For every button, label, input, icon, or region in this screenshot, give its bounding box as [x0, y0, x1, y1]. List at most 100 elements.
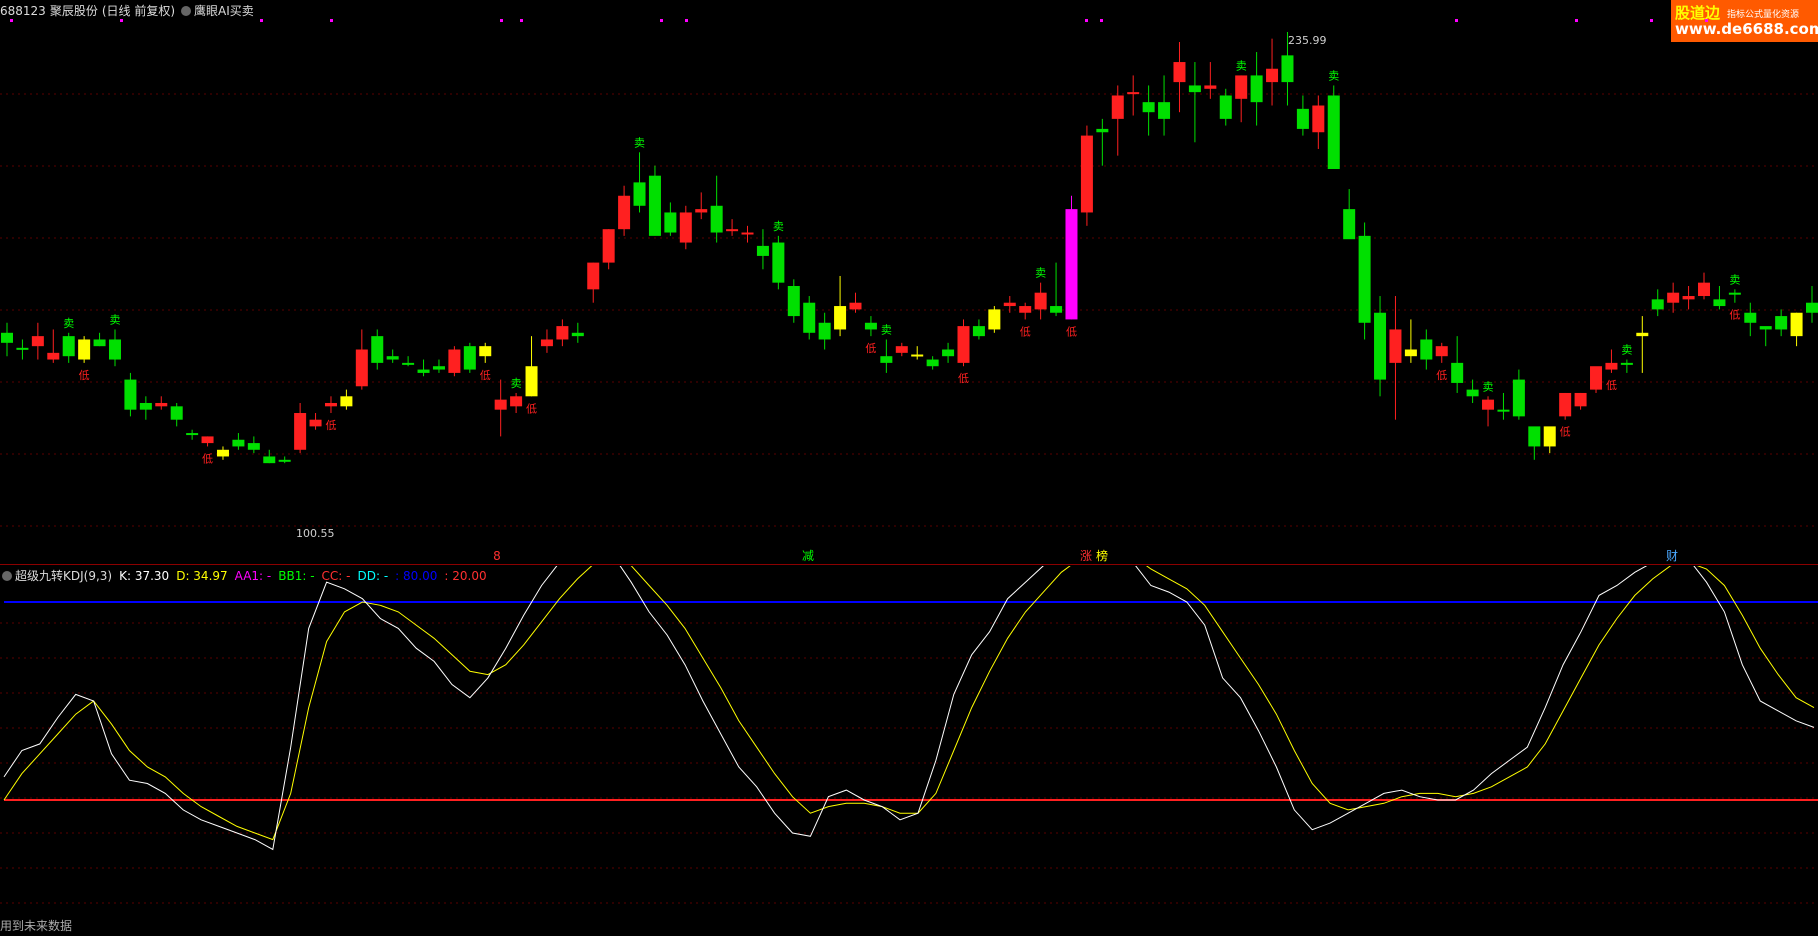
candle-body	[818, 322, 831, 340]
candle-body	[1698, 282, 1711, 297]
candle-body	[62, 336, 75, 357]
candle-body	[294, 413, 307, 450]
sell-signal-label: 卖	[1035, 267, 1046, 280]
candle-body	[1034, 292, 1047, 310]
buy-signal-label: 低	[202, 452, 213, 465]
candle-body	[803, 302, 816, 333]
low-price-label: 100.55	[296, 527, 335, 540]
candle-body	[1713, 299, 1726, 307]
candle-body	[864, 322, 877, 330]
candle-body	[618, 195, 631, 230]
candle-body	[278, 459, 291, 462]
buy-signal-label: 低	[1606, 379, 1617, 392]
sell-signal-label: 卖	[511, 377, 522, 390]
future-data-note: 用到未来数据	[0, 919, 73, 933]
panel-separator[interactable]	[0, 564, 1818, 565]
candle-body	[942, 349, 955, 357]
candle-body	[1019, 306, 1032, 313]
buy-signal-label: 低	[1020, 325, 1031, 338]
candle-body	[1744, 312, 1757, 323]
candle-body	[1389, 329, 1402, 363]
buy-signal-label: 低	[526, 402, 537, 415]
candle-body	[1358, 235, 1371, 323]
sell-signal-label: 卖	[1729, 273, 1740, 286]
candle-body	[787, 286, 800, 317]
candle-body	[587, 262, 600, 290]
candle-body	[1682, 296, 1695, 300]
bottom-event-mark: 榜	[1096, 548, 1108, 563]
candle-body	[448, 349, 461, 373]
candle-body	[1050, 306, 1063, 313]
candle-body	[556, 326, 569, 340]
top-marker-dot	[1455, 19, 1458, 22]
candle-body	[756, 245, 769, 256]
candle-body	[1003, 302, 1016, 307]
top-marker-dot	[685, 19, 688, 22]
candle-body	[880, 356, 893, 363]
sell-signal-label: 卖	[634, 136, 645, 149]
candle-body	[1559, 392, 1572, 417]
candle-body	[679, 212, 692, 243]
candle-body	[1374, 312, 1387, 380]
candle-body	[31, 336, 44, 347]
candle-body	[695, 209, 708, 213]
candle-body	[402, 362, 415, 365]
candle-body	[1111, 95, 1124, 119]
candle-body	[47, 352, 60, 360]
stock-chart-window: 688123 聚辰股份 (日线 前复权) 鹰眼AI买卖 股道边 指标公式量化资源 ww…	[0, 0, 1818, 936]
candle-body	[124, 379, 137, 410]
candle-body	[1420, 339, 1433, 360]
kdj-k-line	[3, 566, 1815, 851]
sell-signal-label: 卖	[1621, 344, 1632, 357]
candle-body	[1096, 128, 1109, 133]
candle-body	[1528, 426, 1541, 447]
candle-body	[911, 354, 924, 357]
candle-body	[1281, 55, 1294, 83]
candle-body	[710, 205, 723, 233]
candle-body	[1173, 62, 1186, 83]
bottom-event-mark: 减	[802, 549, 814, 563]
top-marker-dot	[500, 19, 503, 22]
candle-body	[1451, 362, 1464, 383]
candle-body	[1667, 292, 1680, 303]
candle-body	[1343, 209, 1356, 240]
candle-body	[494, 399, 507, 410]
kdj-chart[interactable]	[0, 566, 1818, 934]
candle-body	[1204, 85, 1217, 89]
buy-signal-label: 低	[1436, 369, 1447, 382]
candle-body	[1512, 379, 1525, 417]
buy-signal-label: 低	[79, 369, 90, 382]
candle-body	[972, 326, 985, 337]
top-marker-dot	[1705, 19, 1708, 22]
buy-signal-label: 低	[1066, 325, 1077, 338]
candle-body	[1142, 102, 1155, 113]
candle-body	[1, 332, 13, 343]
candle-body	[263, 456, 276, 464]
candle-body	[386, 356, 399, 360]
bottom-event-mark: 涨	[1080, 548, 1092, 563]
candle-body	[371, 336, 384, 363]
candle-body	[78, 339, 91, 360]
candle-body	[726, 229, 739, 232]
candle-body	[1574, 392, 1587, 407]
candle-body	[1158, 102, 1171, 119]
candle-body	[1790, 312, 1803, 337]
candle-body	[1296, 108, 1309, 129]
candle-body	[1759, 326, 1772, 330]
candle-body	[1775, 316, 1788, 330]
candle-body	[772, 242, 785, 283]
sell-signal-label: 卖	[1328, 69, 1339, 82]
candle-body	[1266, 68, 1279, 83]
candle-body	[1651, 299, 1664, 310]
candle-body	[340, 396, 353, 407]
candle-body	[155, 402, 168, 407]
candle-body	[525, 366, 538, 397]
candle-body	[16, 347, 29, 350]
price-chart[interactable]: 卖卖卖卖卖卖卖卖卖卖卖卖低低低低低低低低 低低低低低235.99100.558 减涨…	[0, 0, 1818, 564]
candle-body	[1312, 105, 1325, 133]
candle-body	[1435, 346, 1448, 357]
candle-body	[108, 339, 121, 360]
candle-body	[1404, 349, 1417, 357]
buy-signal-label: 低	[1729, 309, 1740, 322]
sell-signal-label: 卖	[881, 323, 892, 336]
